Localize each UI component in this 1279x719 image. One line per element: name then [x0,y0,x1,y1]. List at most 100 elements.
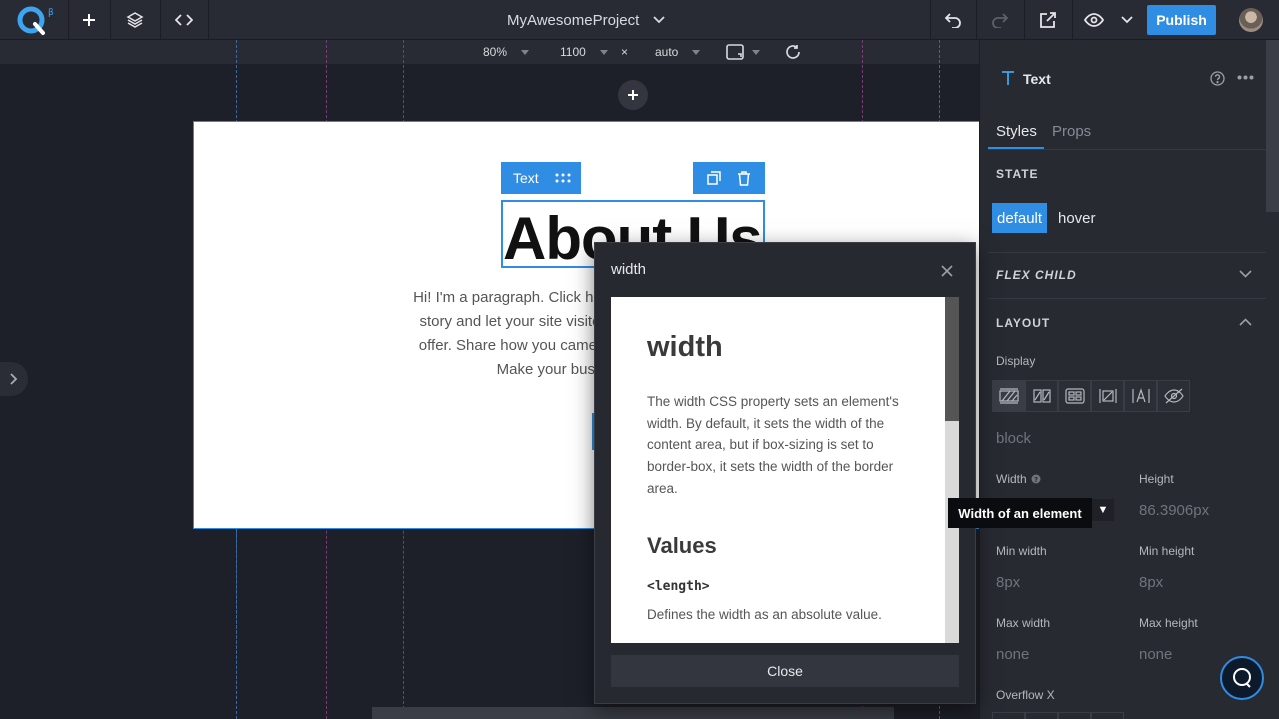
redo-button[interactable] [976,0,1024,40]
close-icon[interactable] [941,265,953,277]
add-section-button[interactable] [618,80,648,110]
times-symbol: × [621,45,629,59]
chevron-down-icon[interactable] [1239,270,1252,278]
horizontal-scrollbar[interactable] [372,707,894,719]
layers-button[interactable] [110,0,160,40]
display-flex-button[interactable] [1091,380,1124,412]
plus-icon [628,90,638,100]
min-width-label: Min width [996,544,1047,558]
zoom-value: 80% [483,45,508,59]
chevron-up-icon[interactable] [1239,318,1252,326]
info-icon[interactable]: ? [1031,474,1041,484]
caret-down-icon [599,49,608,55]
zoom-select[interactable]: 80% [483,40,530,64]
logo-beta: β [48,8,54,18]
guide-line [236,529,237,719]
flex-child-heading[interactable]: FLEX CHILD [996,268,1077,282]
display-inline-block-button[interactable] [1025,380,1058,412]
top-bar: β MyAwesomeProject Publish [0,0,1279,40]
display-value: block [996,430,1032,447]
canvas-width-select[interactable]: 1100 [560,40,608,64]
max-width-input[interactable]: none [996,646,1029,663]
device-select[interactable] [726,40,760,64]
caret-down-icon [692,49,701,55]
min-height-input[interactable]: 8px [1139,574,1163,591]
display-block-button[interactable] [992,380,1025,412]
app-logo[interactable]: β [14,4,54,36]
display-grid-icon [1064,388,1085,404]
max-width-label: Max width [996,616,1051,630]
open-external-button[interactable] [1024,0,1072,40]
min-width-input[interactable]: 8px [996,574,1020,591]
help-icon[interactable] [1210,71,1225,86]
display-inline-block-icon [1032,389,1051,403]
state-hover[interactable]: hover [1058,210,1096,227]
chevron-down-icon [653,16,665,24]
doc-title: width [647,331,723,363]
layers-icon [126,12,144,28]
length-term: <length> [647,579,710,594]
avatar[interactable] [1239,8,1263,32]
canvas-height-select[interactable]: auto [655,40,701,64]
chevron-down-icon [1121,16,1133,24]
display-grid-button[interactable] [1058,380,1091,412]
element-actions [693,162,765,194]
duplicate-icon[interactable] [707,171,721,185]
chat-help-button[interactable] [1220,656,1264,700]
element-tag[interactable]: Text [501,162,581,194]
layout-heading[interactable]: LAYOUT [996,316,1050,330]
plus-icon [83,14,95,26]
drag-handle-icon[interactable] [555,173,571,183]
caret-down-icon [521,49,530,55]
chat-icon [1233,668,1251,688]
preview-options-button[interactable] [1116,0,1138,40]
undo-button[interactable] [930,0,976,40]
refresh-button[interactable] [785,40,801,64]
publish-button[interactable]: Publish [1147,5,1216,35]
length-description: Defines the width as an absolute value. [647,607,882,622]
display-inline-button[interactable] [1124,380,1157,412]
width-unit-dropdown[interactable]: ▼ [1092,499,1114,521]
doc-scrollbar[interactable] [945,297,959,643]
values-heading: Values [647,533,717,558]
project-selector[interactable]: MyAwesomeProject [480,0,665,40]
doc-scroll-thumb[interactable] [945,297,959,421]
more-options-icon[interactable] [1237,75,1254,80]
chevron-right-icon [10,373,18,385]
add-element-button[interactable] [68,0,110,40]
panel-scrollbar[interactable] [1266,40,1279,212]
tabs-divider [988,149,1266,150]
display-inline-icon [1131,388,1150,403]
tab-styles[interactable]: Styles [996,123,1037,140]
max-height-input[interactable]: none [1139,646,1172,663]
display-none-button[interactable] [1157,380,1190,412]
redo-icon [992,13,1009,28]
project-name: MyAwesomeProject [507,11,640,29]
divider [988,298,1266,299]
modal-title: width [611,261,647,278]
caret-down-icon [752,49,760,55]
display-flex-icon [1098,389,1117,403]
width-tooltip: Width of an element [948,498,1092,528]
height-input[interactable]: 86.3906px [1139,502,1209,519]
element-name: Text [1023,71,1051,87]
preview-button[interactable] [1072,0,1116,40]
display-block-icon [998,388,1019,404]
canvas-width-value: 1100 [560,45,586,59]
overflow-x-options[interactable] [992,712,1124,719]
property-doc-modal: width width The width CSS property sets … [594,242,976,704]
external-link-icon [1040,12,1056,28]
max-height-label: Max height [1139,616,1198,630]
refresh-icon [786,45,800,59]
modal-close-button[interactable]: Close [611,655,959,687]
code-button[interactable] [160,0,208,40]
height-label: Height [1139,472,1174,486]
display-label: Display [996,354,1036,368]
text-type-icon [1002,71,1014,85]
tab-props[interactable]: Props [1052,123,1091,140]
doc-description: The width CSS property sets an element's… [647,394,899,496]
width-label: Width [996,472,1027,486]
canvas-height-value: auto [655,45,679,59]
state-default[interactable]: default [992,203,1048,233]
trash-icon[interactable] [737,170,751,186]
